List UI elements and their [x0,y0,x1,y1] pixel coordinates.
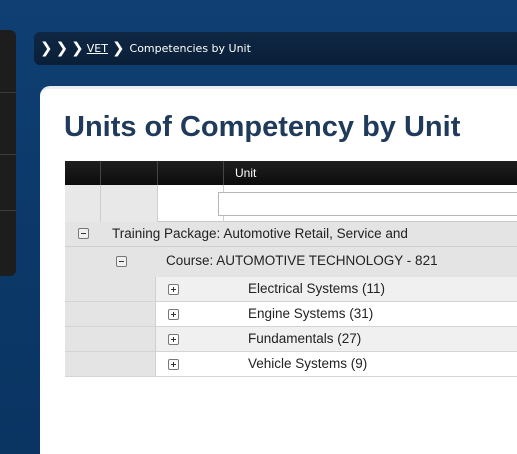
unit-row[interactable]: Vehicle Systems (9) [65,352,517,377]
filter-row-spacer [65,185,157,222]
page-title: Units of Competency by Unit [64,111,461,143]
side-panel-divider [0,154,16,155]
grid-header: Unit [65,161,517,185]
indent-spacer [65,352,92,376]
chevron-right-icon: ❯ [40,39,53,57]
side-panel [0,30,16,276]
expand-icon[interactable] [168,334,179,345]
side-panel-divider [0,210,16,211]
expand-icon[interactable] [168,284,179,295]
group-row-training-package[interactable]: Training Package: Automotive Retail, Ser… [65,222,517,247]
chevron-right-icon: ❯ [71,39,84,57]
indent-spacer [65,277,92,301]
unit-row[interactable]: Fundamentals (27) [65,327,517,352]
column-divider [100,161,101,185]
course-label: Course: AUTOMOTIVE TECHNOLOGY - 821 [166,253,438,268]
column-header-unit[interactable]: Unit [235,166,256,180]
breadcrumb: ❯ ❯ ❯ VET ❯ Competencies by Unit [34,32,517,65]
unit-label: Electrical Systems (11) [248,281,386,296]
unit-label: Vehicle Systems (9) [248,356,368,371]
filter-row [65,185,517,222]
group-row-course[interactable]: Course: AUTOMOTIVE TECHNOLOGY - 821 [65,247,517,277]
column-divider [223,161,224,185]
column-divider [100,185,101,222]
side-panel-divider [0,92,16,93]
column-divider [157,185,158,222]
unit-label: Fundamentals (27) [248,331,362,346]
indent-spacer [65,247,92,277]
expand-icon[interactable] [168,309,179,320]
chevron-right-icon: ❯ [111,39,125,57]
collapse-icon[interactable] [116,256,127,267]
units-grid: Unit Training Package: Automotive Retail… [65,161,517,377]
unit-label: Engine Systems (31) [248,306,374,321]
indent-spacer [65,302,92,326]
unit-filter-input[interactable] [218,192,517,216]
breadcrumb-link-vet[interactable]: VET [87,42,108,55]
indent-spacer [65,327,92,351]
indent-spacer [92,302,156,326]
unit-row[interactable]: Electrical Systems (11) [65,277,517,302]
collapse-icon[interactable] [78,228,89,239]
chevron-right-icon: ❯ [55,39,69,57]
indent-spacer [92,277,156,301]
group-label: Training Package: Automotive Retail, Ser… [112,226,408,241]
unit-row[interactable]: Engine Systems (31) [65,302,517,327]
main-content: Units of Competency by Unit Unit Trainin… [40,86,517,454]
column-divider [157,161,158,185]
indent-spacer [92,327,156,351]
expand-icon[interactable] [168,359,179,370]
breadcrumb-current: Competencies by Unit [129,42,251,55]
indent-spacer [92,352,156,376]
